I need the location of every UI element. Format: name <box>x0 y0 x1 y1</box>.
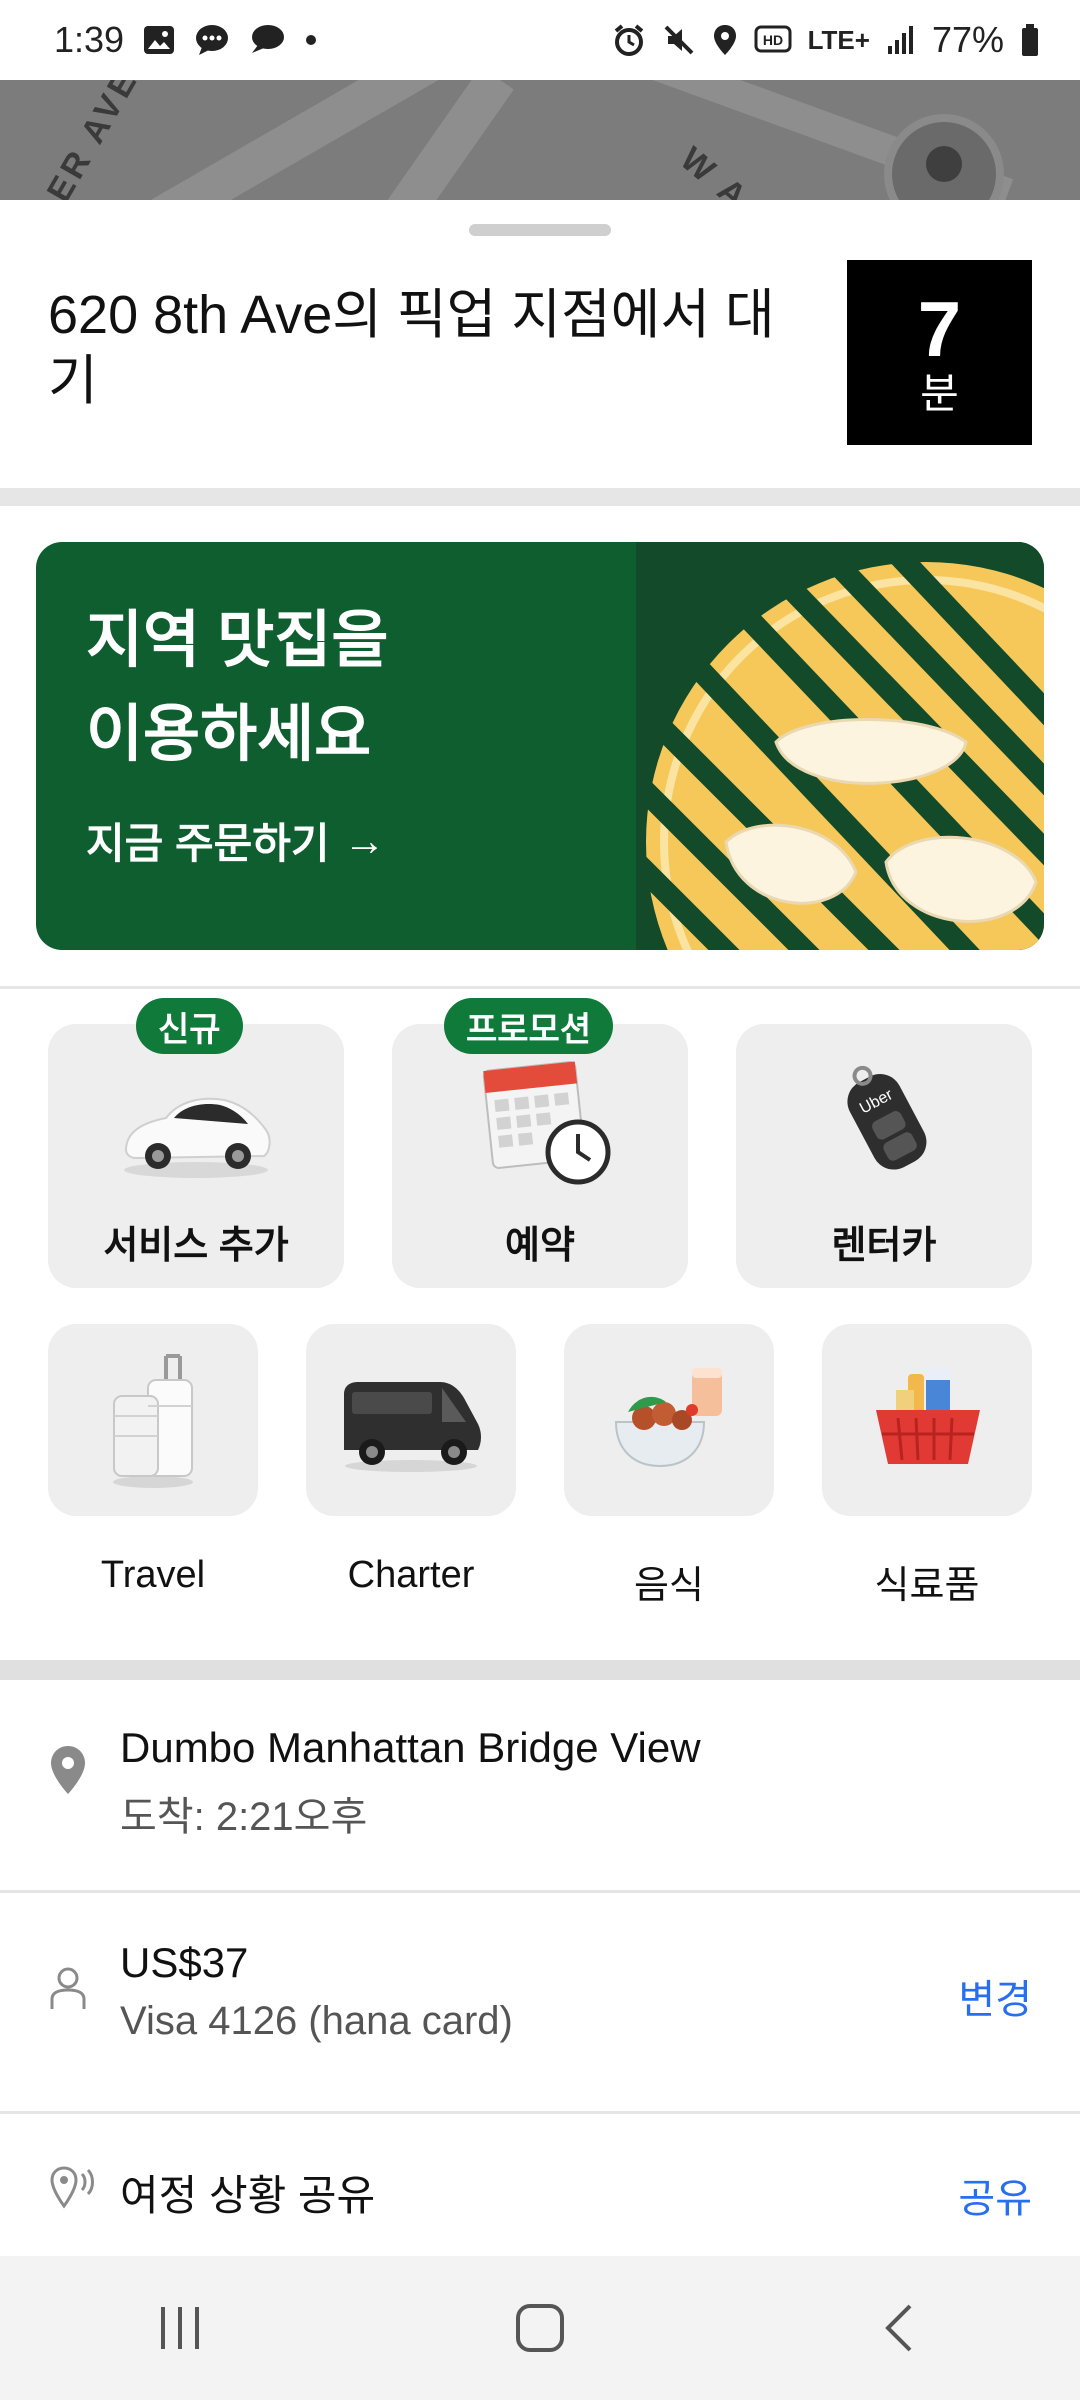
calendar-clock-icon <box>482 1061 611 1185</box>
person-silhouette-icon <box>926 146 962 182</box>
home-button[interactable] <box>480 2278 600 2378</box>
new-badge: 신규 <box>136 998 243 1054</box>
promo-order-now-link[interactable]: 지금 주문하기 → <box>86 810 386 871</box>
car-key-icon: Uber <box>847 1065 927 1170</box>
arrival-time: 도착: 2:21오후 <box>120 1795 368 1839</box>
svg-text:HD: HD <box>762 32 782 48</box>
promotion-badge: 프로모션 <box>444 998 614 1054</box>
network-type: LTE+ <box>807 24 870 55</box>
alarm-icon <box>612 23 646 57</box>
service-tile-label: 예약 <box>505 1225 575 1267</box>
promo-title-line1: 지역 맛집을 <box>86 606 389 675</box>
service-tile-label: Travel <box>100 1554 206 1596</box>
promo-title-line2: 이용하세요 <box>86 700 372 769</box>
destination-row[interactable]: Dumbo Manhattan Bridge View 도착: 2:21오후 <box>0 1680 1080 1890</box>
promo-banner[interactable]: 지역 맛집을 이용하세요 지금 주문하기 → <box>36 542 1044 950</box>
battery-percent: 77% <box>931 19 1004 60</box>
section-divider <box>0 1660 1080 1680</box>
share-trip-row: 여정 상황 공유 공유 <box>0 2114 1080 2256</box>
food-bowl-icon <box>614 1368 722 1468</box>
service-tile-label: 서비스 추가 <box>103 1225 289 1267</box>
grocery-basket-icon <box>876 1368 980 1464</box>
service-tile-travel[interactable]: Travel <box>48 1324 258 1596</box>
hd-icon: HD <box>754 25 792 55</box>
map-street-label: W A <box>673 139 757 200</box>
location-pin-icon <box>51 1746 85 1794</box>
share-trip-label: 여정 상황 공유 <box>120 2172 376 2219</box>
service-tile-rental-car[interactable]: Uber 렌터카 <box>736 1024 1032 1288</box>
eta-unit: 분 <box>920 369 959 417</box>
home-icon <box>516 2304 564 2352</box>
luggage-icon <box>113 1354 193 1488</box>
change-payment-button[interactable]: 변경 <box>958 1967 1032 2025</box>
chat-icon <box>248 23 286 57</box>
signal-icon <box>886 24 916 56</box>
status-time: 1:39 <box>54 19 125 60</box>
section-divider <box>0 488 1080 506</box>
eta-badge: 7 분 <box>847 260 1032 445</box>
status-bar: 1:39 HD LTE+ 77% <box>0 0 1080 80</box>
service-tile-label: 음식 <box>634 1565 704 1607</box>
share-location-icon <box>50 2166 94 2209</box>
notification-dot-icon <box>304 33 318 47</box>
service-tile-charter[interactable]: Charter <box>306 1324 516 1596</box>
person-icon <box>50 1967 86 2009</box>
promo-title: 지역 맛집을 이용하세요 <box>86 594 388 782</box>
message-icon <box>194 23 230 57</box>
trip-sheet: 620 8th Ave의 픽업 지점에서 대기 7 분 지역 맛집을 이용하세요… <box>0 200 1080 2260</box>
sheet-drag-handle[interactable] <box>469 224 611 236</box>
service-tile-add-service[interactable]: 서비스 추가 <box>48 1024 344 1288</box>
back-chevron-icon <box>885 2304 912 2352</box>
service-tile-label: 렌터카 <box>831 1225 937 1267</box>
pickup-status-title: 620 8th Ave의 픽업 지점에서 대기 <box>48 285 775 411</box>
system-navigation-bar <box>0 2256 1080 2400</box>
payment-method: Visa 4126 (hana card) <box>120 1999 513 2043</box>
share-button[interactable]: 공유 <box>958 2166 1032 2224</box>
map-street-label: ER AVE <box>39 80 147 200</box>
driver-avatar[interactable] <box>884 114 1004 200</box>
map-view[interactable]: ER AVE W A <box>0 80 1080 200</box>
dumpling-steamer-illustration <box>636 542 1044 950</box>
eta-value: 7 <box>917 284 962 373</box>
battery-icon <box>1020 23 1040 57</box>
back-button[interactable] <box>840 2278 960 2378</box>
fare-amount: US$37 <box>120 1939 249 1986</box>
section-divider <box>0 986 1080 989</box>
service-tile-label: Charter <box>347 1554 475 1596</box>
payment-row: US$37 Visa 4126 (hana card) 변경 <box>0 1893 1080 2111</box>
service-tile-label: 식료품 <box>874 1565 980 1607</box>
mute-icon <box>662 23 696 57</box>
location-icon <box>712 23 738 57</box>
arrow-right-icon: → <box>343 816 386 864</box>
service-tile-grocery[interactable]: 식료품 <box>822 1324 1032 1607</box>
car-icon <box>124 1097 271 1178</box>
destination-name: Dumbo Manhattan Bridge View <box>120 1724 701 1771</box>
service-tile-food[interactable]: 음식 <box>564 1324 774 1607</box>
van-icon <box>344 1382 481 1472</box>
recent-apps-icon <box>161 2307 199 2349</box>
gallery-icon <box>142 23 176 57</box>
service-tile-reserve[interactable]: 예약 <box>392 1024 688 1288</box>
promo-cta-label: 지금 주문하기 <box>86 820 330 867</box>
recent-apps-button[interactable] <box>120 2278 240 2378</box>
